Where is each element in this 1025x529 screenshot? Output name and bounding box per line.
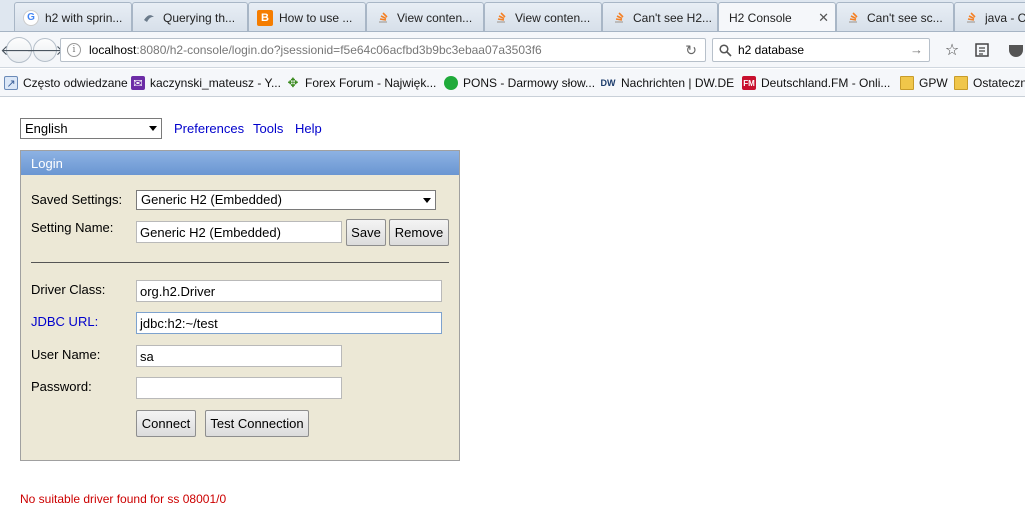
stackoverflow-icon: [845, 10, 861, 26]
bookmark-item[interactable]: FM Deutschland.FM - Onli...: [742, 75, 890, 91]
stackoverflow-icon: [375, 10, 391, 26]
folder-icon: [954, 76, 968, 90]
login-panel: Login Saved Settings: Generic H2 (Embedd…: [20, 150, 460, 461]
tab-cant-see-sc[interactable]: Can't see sc...: [836, 2, 954, 31]
close-icon[interactable]: ✕: [818, 10, 829, 26]
bookmark-label: PONS - Darmowy słow...: [463, 76, 596, 90]
tab-java[interactable]: java - C: [954, 2, 1025, 31]
password-input[interactable]: [136, 377, 342, 399]
blogger-icon: B: [257, 9, 273, 26]
querying-icon: [141, 10, 157, 26]
tab-title: Can't see H2...: [633, 10, 711, 25]
error-message: No suitable driver found for ss 08001/0: [20, 492, 227, 506]
language-value: English: [25, 121, 68, 136]
bookmark-item[interactable]: GPW: [900, 75, 948, 91]
search-icon: [719, 43, 732, 57]
preferences-link[interactable]: Preferences: [174, 121, 244, 136]
tab-view-content-1[interactable]: View conten...: [366, 2, 484, 31]
jdbc-url-link[interactable]: JDBC URL:: [31, 314, 98, 329]
bookmark-item[interactable]: ✉ kaczynski_mateusz - Y...: [131, 75, 281, 91]
chevron-down-icon: [423, 198, 431, 203]
forex-icon: ✥: [287, 75, 299, 90]
saved-settings-value: Generic H2 (Embedded): [141, 192, 282, 207]
navigation-bar: 🡐 🡒 i localhost:8080/h2-console/login.do…: [0, 32, 1025, 68]
bookmark-item[interactable]: DW Nachrichten | DW.DE: [600, 75, 735, 91]
save-button[interactable]: Save: [346, 219, 386, 246]
reading-list-icon[interactable]: [973, 41, 991, 59]
driver-class-label: Driver Class:: [31, 282, 106, 297]
mostvisited-icon: ↗: [4, 76, 18, 90]
user-name-label: User Name:: [31, 347, 101, 362]
tools-link[interactable]: Tools: [253, 121, 283, 136]
bookmark-label: Nachrichten | DW.DE: [621, 76, 735, 90]
tab-title: View conten...: [515, 10, 591, 25]
bookmark-item[interactable]: Ostateczn: [954, 75, 1025, 91]
url-path: :8080/h2-console/login.do?jsessionid=f5e…: [136, 43, 542, 57]
bookmark-star-icon[interactable]: ☆: [943, 41, 961, 59]
saved-settings-select[interactable]: Generic H2 (Embedded): [136, 190, 436, 210]
pocket-icon[interactable]: [1007, 41, 1025, 59]
jdbc-url-input[interactable]: jdbc:h2:~/test: [136, 312, 442, 334]
bookmark-item[interactable]: ↗ Często odwiedzane: [4, 75, 128, 91]
divider: [31, 262, 449, 263]
setting-name-label: Setting Name:: [31, 220, 114, 235]
search-bar[interactable]: h2 database →: [712, 38, 930, 62]
tab-querying[interactable]: Querying th...: [132, 2, 248, 31]
tab-title: Can't see sc...: [867, 10, 943, 25]
login-header: Login: [21, 151, 459, 175]
tab-strip: G h2 with sprin... Querying th... B How …: [0, 0, 1025, 32]
tab-how-to-use[interactable]: B How to use ...: [248, 2, 366, 31]
driver-class-input[interactable]: org.h2.Driver: [136, 280, 442, 302]
remove-button[interactable]: Remove: [389, 219, 449, 246]
bookmarks-bar: ↗ Często odwiedzane ✉ kaczynski_mateusz …: [0, 69, 1025, 97]
url-host: localhost: [89, 43, 137, 57]
tab-title: H2 Console: [729, 11, 792, 25]
user-name-input[interactable]: sa: [136, 345, 342, 367]
tab-title: h2 with sprin...: [45, 10, 123, 25]
stackoverflow-icon: [493, 10, 509, 26]
bookmark-label: kaczynski_mateusz - Y...: [150, 76, 281, 90]
forward-button[interactable]: 🡒: [26, 38, 64, 62]
arrow-right-icon: 🡒: [26, 41, 64, 58]
bookmark-item[interactable]: ✥ Forex Forum - Najwięk...: [286, 75, 437, 91]
tab-title: How to use ...: [279, 10, 353, 25]
tab-title: Querying th...: [163, 10, 236, 25]
help-link[interactable]: Help: [295, 121, 322, 136]
tab-h2-console[interactable]: H2 Console ✕: [718, 2, 836, 31]
arrow-right-icon[interactable]: →: [910, 42, 923, 57]
stackoverflow-icon: [963, 10, 979, 26]
info-icon[interactable]: i: [67, 43, 81, 57]
fm-icon: FM: [742, 76, 756, 90]
stackoverflow-icon: [611, 10, 627, 26]
chevron-down-icon: [149, 126, 157, 131]
language-select[interactable]: English: [20, 118, 162, 139]
search-input[interactable]: h2 database: [738, 43, 804, 57]
bookmark-label: Często odwiedzane: [23, 76, 128, 90]
setting-name-input[interactable]: Generic H2 (Embedded): [136, 221, 342, 243]
connect-button[interactable]: Connect: [136, 410, 196, 437]
yahoo-mail-icon: ✉: [131, 76, 145, 90]
google-icon: G: [23, 9, 39, 26]
saved-settings-label: Saved Settings:: [31, 192, 123, 207]
bookmark-item[interactable]: PONS - Darmowy słow...: [444, 75, 595, 91]
password-label: Password:: [31, 379, 92, 394]
folder-icon: [900, 76, 914, 90]
tab-title: View conten...: [397, 10, 473, 25]
page-content: English Preferences Tools Help Login Sav…: [0, 98, 1025, 529]
reload-icon[interactable]: ↻: [685, 42, 697, 59]
tab-view-content-2[interactable]: View conten...: [484, 2, 602, 31]
pons-icon: [444, 76, 458, 90]
dw-icon: DW: [600, 78, 616, 88]
bookmark-label: GPW: [919, 76, 948, 90]
bookmark-label: Forex Forum - Najwięk...: [305, 76, 437, 90]
bookmark-label: Deutschland.FM - Onli...: [761, 76, 891, 90]
tab-title: java - C: [985, 10, 1025, 25]
tab-cant-see-h2[interactable]: Can't see H2...: [602, 2, 718, 31]
tab-h2-with-spring[interactable]: G h2 with sprin...: [14, 2, 132, 31]
url-bar[interactable]: i localhost:8080/h2-console/login.do?jse…: [60, 38, 706, 62]
test-connection-button[interactable]: Test Connection: [205, 410, 309, 437]
bookmark-label: Ostateczn: [973, 76, 1025, 90]
